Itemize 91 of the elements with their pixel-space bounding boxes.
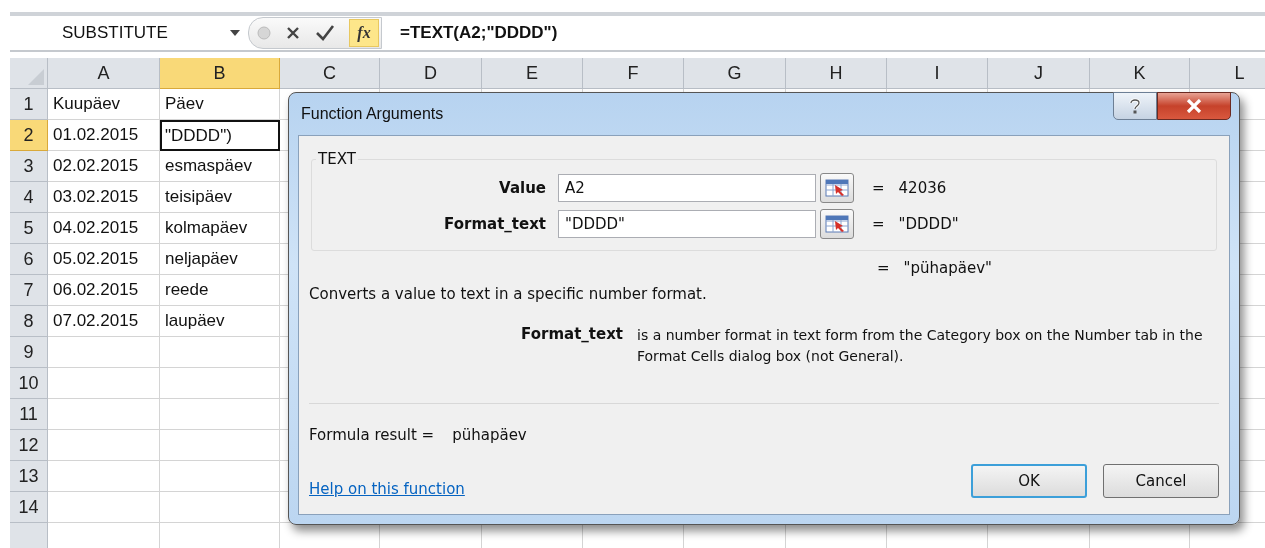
question-icon	[1129, 98, 1141, 114]
spreadsheet-cell[interactable]	[48, 492, 160, 523]
equals-sign: =	[877, 259, 890, 277]
column-header[interactable]: C	[280, 58, 380, 89]
spreadsheet-cell[interactable]	[48, 461, 160, 492]
help-link[interactable]: Help on this function	[309, 480, 465, 498]
spreadsheet-cell[interactable]: reede	[160, 275, 280, 306]
argument-label: Value	[498, 179, 546, 197]
row-header[interactable]: 2	[10, 120, 48, 151]
function-description: Converts a value to text in a specific number format.	[309, 285, 708, 303]
row-header[interactable]: 13	[10, 461, 48, 492]
function-name: TEXT	[317, 150, 357, 168]
formula-result-label: Formula result =	[309, 426, 435, 444]
spreadsheet-cell[interactable]: 06.02.2015	[48, 275, 160, 306]
ok-button[interactable]: OK	[971, 464, 1087, 498]
name-box[interactable]: SUBSTITUTE	[48, 18, 248, 48]
spreadsheet-cell[interactable]: 04.02.2015	[48, 213, 160, 244]
close-button[interactable]	[1157, 92, 1231, 120]
spreadsheet-cell[interactable]	[160, 492, 280, 523]
column-header[interactable]: H	[786, 58, 887, 89]
row-header[interactable]: 4	[10, 182, 48, 213]
spreadsheet-cell[interactable]	[160, 430, 280, 461]
spreadsheet-cell[interactable]	[160, 461, 280, 492]
spreadsheet-cell[interactable]	[48, 337, 160, 368]
formula-result-value: pühapäev	[452, 426, 527, 444]
argument-field[interactable]: "DDDD"	[558, 210, 816, 238]
spreadsheet-cell[interactable]: esmaspäev	[160, 151, 280, 182]
range-picker-icon	[825, 178, 849, 198]
argument-help-text: is a number format in text form from the Category box on the Number tab in the Format Cells dialog box (not General).	[637, 326, 1204, 366]
range-picker-button[interactable]	[820, 173, 854, 203]
equals-sign: =	[872, 215, 885, 233]
grip-icon	[257, 26, 271, 40]
spreadsheet-cell[interactable]: 01.02.2015	[48, 120, 160, 151]
column-header[interactable]: E	[482, 58, 583, 89]
column-header[interactable]: K	[1090, 58, 1190, 89]
spreadsheet-cell[interactable]	[48, 368, 160, 399]
spreadsheet-cell[interactable]: kolmapäev	[160, 213, 280, 244]
argument-result: "DDDD"	[898, 215, 959, 233]
spreadsheet-cell[interactable]: "DDDD")	[160, 120, 280, 151]
spreadsheet-cell[interactable]	[160, 399, 280, 430]
column-header[interactable]: D	[380, 58, 482, 89]
column-header[interactable]: I	[887, 58, 988, 89]
argument-result: 42036	[898, 179, 947, 197]
spreadsheet-cell[interactable]	[160, 368, 280, 399]
spreadsheet-cell[interactable]: teisipäev	[160, 182, 280, 213]
column-header[interactable]: A	[48, 58, 160, 89]
cancel-icon[interactable]	[285, 25, 301, 41]
spreadsheet-cell[interactable]	[160, 337, 280, 368]
spreadsheet-cell[interactable]: 02.02.2015	[48, 151, 160, 182]
row-header[interactable]: 5	[10, 213, 48, 244]
row-header[interactable]: 9	[10, 337, 48, 368]
select-all-corner[interactable]	[10, 58, 48, 89]
row-header[interactable]: 3	[10, 151, 48, 182]
range-picker-button[interactable]	[820, 209, 854, 239]
row-header[interactable]	[10, 523, 48, 548]
spreadsheet-cell[interactable]: Päev	[160, 89, 280, 120]
spreadsheet-cell[interactable]: 07.02.2015	[48, 306, 160, 337]
insert-function-button[interactable]: fx	[349, 19, 379, 47]
row-header[interactable]: 11	[10, 399, 48, 430]
argument-label: Format_text	[443, 215, 546, 233]
spreadsheet-cell[interactable]	[48, 399, 160, 430]
formula-field[interactable]: =TEXT(A2;"DDDD")	[400, 23, 558, 43]
range-picker-icon	[825, 214, 849, 234]
function-result: "pühapäev"	[903, 259, 992, 277]
row-header[interactable]: 8	[10, 306, 48, 337]
spreadsheet-cell[interactable]: 03.02.2015	[48, 182, 160, 213]
equals-sign: =	[872, 179, 885, 197]
help-button[interactable]	[1113, 92, 1157, 120]
close-icon	[1186, 99, 1202, 113]
spreadsheet-cell[interactable]: neljapäev	[160, 244, 280, 275]
column-header[interactable]: B	[160, 58, 280, 89]
spreadsheet-cell[interactable]: Kuupäev	[48, 89, 160, 120]
column-header[interactable]: L	[1190, 58, 1265, 89]
row-header[interactable]: 10	[10, 368, 48, 399]
argument-help-name: Format_text	[520, 325, 623, 345]
cancel-button[interactable]: Cancel	[1103, 464, 1219, 498]
dropdown-caret-icon[interactable]	[230, 30, 240, 36]
dialog-title: Function Arguments	[301, 105, 444, 123]
argument-field[interactable]: A2	[558, 174, 816, 202]
row-header[interactable]: 7	[10, 275, 48, 306]
spreadsheet-cell[interactable]	[48, 430, 160, 461]
row-header[interactable]: 14	[10, 492, 48, 523]
row-header[interactable]: 12	[10, 430, 48, 461]
enter-check-icon[interactable]	[315, 24, 335, 42]
column-header[interactable]: F	[583, 58, 684, 89]
row-header[interactable]: 1	[10, 89, 48, 120]
row-header[interactable]: 6	[10, 244, 48, 275]
column-header[interactable]: J	[988, 58, 1090, 89]
column-header[interactable]: G	[684, 58, 786, 89]
spreadsheet-cell[interactable]: 05.02.2015	[48, 244, 160, 275]
spreadsheet-cell[interactable]: laupäev	[160, 306, 280, 337]
